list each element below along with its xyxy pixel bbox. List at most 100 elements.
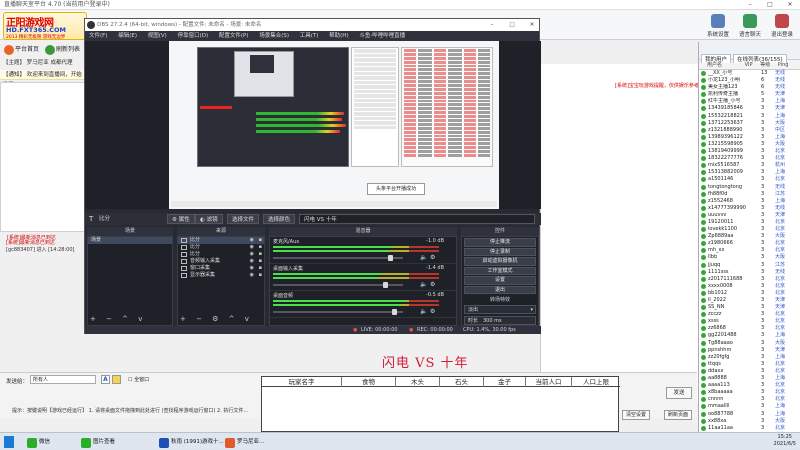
menu-scene-collection[interactable]: 场景集合(S) xyxy=(259,33,289,39)
eye-icon[interactable]: ◉ xyxy=(250,244,254,251)
taskbar-item-game[interactable]: 秋雨 (1991)游戏十... xyxy=(158,436,224,449)
source-item[interactable]: 音频输入采集 ◉ ▪ xyxy=(178,258,264,265)
volume-slider[interactable] xyxy=(273,257,403,259)
chat-area[interactable]: [系统]最新消息已到达 xyxy=(0,82,86,241)
filters-button[interactable]: ◐ 滤镜 xyxy=(195,214,223,224)
duration-field[interactable]: 时长 300 ms xyxy=(464,316,536,325)
user-row[interactable]: x14777399990 3 无线 xyxy=(699,205,800,212)
user-row[interactable]: ppnshhm 3 天津 xyxy=(699,347,800,354)
recipient-select[interactable]: 所有人 xyxy=(30,375,96,384)
studio-mode-button[interactable]: 工作室模式 xyxy=(464,266,536,275)
menu-view[interactable]: 视图(V) xyxy=(148,33,167,39)
taskbar-item-wechat[interactable]: 微信 xyxy=(26,436,50,449)
user-row[interactable]: fh88f0d 3 江苏 xyxy=(699,191,800,198)
right-chat-panel[interactable]: [系统]宝宝玩游戏提醒，仅供娱乐参考 xyxy=(540,64,699,404)
stop-recording-button[interactable]: 停止录制 xyxy=(464,247,536,256)
menu-docks[interactable]: 停靠窗口(D) xyxy=(178,33,209,39)
source-item[interactable]: 窗口采集 ◉ ▪ xyxy=(178,265,264,272)
clear-settings-button[interactable]: 清空设置 xyxy=(622,410,650,420)
lock-icon[interactable]: ▪ xyxy=(259,237,262,244)
virtual-camera-button[interactable]: 启动虚拟摄像机 xyxy=(464,257,536,266)
source-item[interactable]: 比分 ◉ ▪ xyxy=(178,251,264,258)
source-item[interactable]: 显示器采集 ◉ ▪ xyxy=(178,272,264,279)
user-row[interactable]: ddaxx 3 北京 xyxy=(699,368,800,375)
user-row[interactable]: zz20fgfg 3 上海 xyxy=(699,354,800,361)
menu-file[interactable]: 文件(F) xyxy=(89,33,107,39)
select-color-button[interactable]: 选择颜色 xyxy=(263,214,296,224)
speaker-icon[interactable]: 🔈 xyxy=(420,254,427,261)
speaker-icon[interactable]: 🔈 xyxy=(420,281,427,288)
lock-icon[interactable]: ▪ xyxy=(259,272,262,279)
properties-button[interactable]: ⚙ 属性 xyxy=(167,214,195,224)
lock-icon[interactable]: ▪ xyxy=(259,258,262,265)
user-row[interactable]: mmaallll 3 上海 xyxy=(699,403,800,410)
eye-icon[interactable]: ◉ xyxy=(250,258,254,265)
user-row[interactable]: z1321888990 3 中区 xyxy=(699,127,800,134)
obs-minimize-button[interactable]: – xyxy=(483,19,501,31)
lock-icon[interactable]: ▪ xyxy=(259,265,262,272)
col-username[interactable]: 用户名 xyxy=(707,60,743,70)
user-row[interactable]: uuuvvv 3 天津 xyxy=(699,212,800,219)
transition-select[interactable]: 淡出 ▾ xyxy=(464,305,536,314)
emoji-icon[interactable] xyxy=(112,375,121,384)
font-style-button[interactable]: A xyxy=(101,375,110,384)
start-button[interactable] xyxy=(4,436,14,448)
volume-knob[interactable] xyxy=(388,255,393,261)
system-settings-button[interactable]: 系统设置 xyxy=(700,14,736,40)
eye-icon[interactable]: ◉ xyxy=(250,272,254,279)
gear-icon[interactable]: ⚙ xyxy=(430,281,435,288)
obs-maximize-button[interactable]: □ xyxy=(503,19,521,31)
taskbar-item-romania[interactable]: 罗马尼亚... xyxy=(224,436,264,449)
source-item[interactable]: 比分 ◉ ▪ xyxy=(178,237,264,244)
menu-tools[interactable]: 工具(T) xyxy=(300,33,319,39)
user-row[interactable]: 11aa11aa 3 北京 xyxy=(699,425,800,432)
menu-profile[interactable]: 配置文件(P) xyxy=(219,33,249,39)
user-row[interactable]: oo887788 3 上海 xyxy=(699,411,800,418)
user-row[interactable]: xxxx0008 3 北京 xyxy=(699,283,800,290)
select-file-button[interactable]: 选择文件 xyxy=(227,214,260,224)
refresh-button[interactable]: 刷新列表 xyxy=(44,44,80,56)
send-button[interactable]: 发送 xyxy=(666,387,692,399)
user-row[interactable]: gg2201488 3 上海 xyxy=(699,332,800,339)
gear-icon[interactable]: ⚙ xyxy=(430,308,435,315)
lock-icon[interactable]: ▪ xyxy=(259,251,262,258)
user-row[interactable]: a1501146 3 北京 xyxy=(699,176,800,183)
scene-item[interactable]: 场景 xyxy=(88,237,172,244)
taskbar-item-photos[interactable]: 图片查看 xyxy=(80,436,115,449)
user-row[interactable]: 15532218821 3 上海 xyxy=(699,113,800,120)
user-row[interactable]: 13215598905 3 大阪 xyxy=(699,141,800,148)
source-dock-controls[interactable]: + − ⚙ ^ v xyxy=(180,315,253,323)
user-row[interactable]: 13712253637 3 大阪 xyxy=(699,120,800,127)
user-row[interactable]: 1111sss 3 无线 xyxy=(699,269,800,276)
user-row[interactable]: llbb 3 大阪 xyxy=(699,254,800,261)
eye-icon[interactable]: ◉ xyxy=(250,237,254,244)
user-row[interactable]: Tg88aaao 3 大阪 xyxy=(699,340,800,347)
user-row[interactable]: z1552468 3 上海 xyxy=(699,198,800,205)
col-level[interactable]: 等级 xyxy=(760,60,776,70)
user-row[interactable]: tongtongtong 3 无线 xyxy=(699,184,800,191)
home-button[interactable]: 平台首页 xyxy=(3,44,39,56)
speaker-icon[interactable]: 🔈 xyxy=(420,308,427,315)
user-row[interactable]: ttqqs 3 北京 xyxy=(699,361,800,368)
user-row[interactable]: jjuqq 3 江苏 xyxy=(699,262,800,269)
eye-icon[interactable]: ◉ xyxy=(250,265,254,272)
voice-chat-button[interactable]: 语言聊天 xyxy=(732,14,768,40)
close-button[interactable]: ✕ xyxy=(780,0,800,10)
user-row[interactable]: 19120011 3 北京 xyxy=(699,219,800,226)
col-ping[interactable]: Ping xyxy=(778,60,789,70)
volume-knob[interactable] xyxy=(392,309,397,315)
gear-icon[interactable]: ⚙ xyxy=(430,254,435,261)
room-tabs[interactable]: 【主题】 罗马尼亚 成都代理 xyxy=(0,58,86,68)
menu-edit[interactable]: 编辑(E) xyxy=(118,33,137,39)
fullwindow-checkbox[interactable]: ☐ 全窗口 xyxy=(128,376,149,383)
obs-preview-canvas[interactable]: 头条平台开播成功 xyxy=(169,41,499,209)
source-item[interactable]: 比分 ◉ ▪ xyxy=(178,244,264,251)
obs-close-button[interactable]: ✕ xyxy=(523,19,541,31)
maximize-button[interactable]: □ xyxy=(760,0,780,10)
minimize-button[interactable]: – xyxy=(740,0,760,10)
col-vip[interactable]: VIP xyxy=(745,60,759,70)
user-row[interactable]: 13989396122 3 上海 xyxy=(699,134,800,141)
stop-streaming-button[interactable]: 停止推流 xyxy=(464,238,536,247)
lock-icon[interactable]: ▪ xyxy=(259,244,262,251)
eye-icon[interactable]: ◉ xyxy=(250,251,254,258)
